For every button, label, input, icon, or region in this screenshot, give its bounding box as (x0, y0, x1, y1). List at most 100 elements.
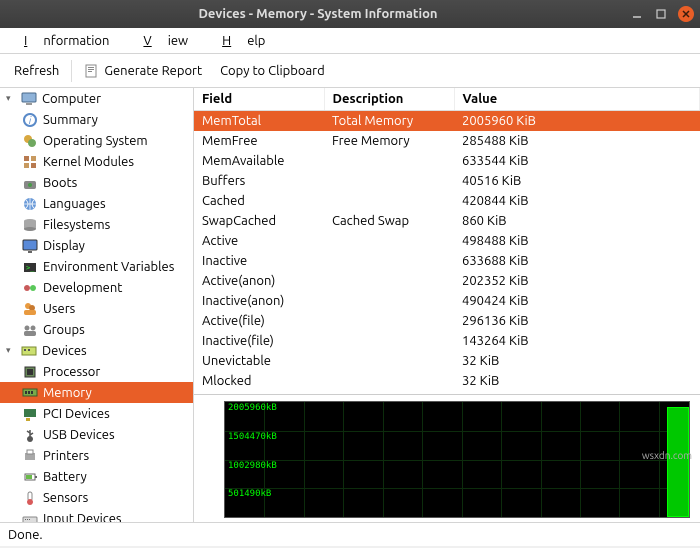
cell-value: 633544 KiB (454, 151, 700, 171)
generate-report-label: Generate Report (104, 64, 202, 78)
cell-field: Active (194, 231, 324, 251)
cell-field: MemFree (194, 131, 324, 151)
statusbar: Done. (0, 522, 700, 546)
table-header-row: Field Description Value (194, 88, 700, 111)
boots-icon (22, 175, 38, 191)
maximize-button[interactable] (654, 7, 668, 21)
refresh-button[interactable]: Refresh (8, 61, 65, 81)
table-row[interactable]: Inactive633688 KiB (194, 251, 700, 271)
cell-field: Inactive(file) (194, 331, 324, 351)
header-value[interactable]: Value (454, 88, 700, 111)
tree-section-computer[interactable]: ▾Computer (0, 88, 193, 109)
sidebar-item-label: Environment Variables (43, 260, 174, 274)
sidebar-item-label: Users (43, 302, 75, 316)
sidebar-item-kernel-modules[interactable]: Kernel Modules (0, 151, 193, 172)
header-description[interactable]: Description (324, 88, 454, 111)
sidebar-item-label: Languages (43, 197, 106, 211)
sidebar-item-processor[interactable]: Processor (0, 361, 193, 382)
cell-description (324, 191, 454, 211)
pci-icon (22, 406, 38, 422)
sidebar-item-label: Memory (43, 386, 92, 400)
sidebar-item-operating-system[interactable]: Operating System (0, 130, 193, 151)
sidebar-item-label: Printers (43, 449, 89, 463)
chevron-down-icon: ▾ (6, 93, 16, 104)
table-row[interactable]: MemTotalTotal Memory2005960 KiB (194, 111, 700, 131)
minimize-icon (632, 9, 642, 19)
sidebar-item-groups[interactable]: Groups (0, 319, 193, 340)
cell-description (324, 291, 454, 311)
sidebar-item-label: Sensors (43, 491, 88, 505)
minimize-button[interactable] (630, 7, 644, 21)
maximize-icon (656, 9, 666, 19)
sidebar-item-pci-devices[interactable]: PCI Devices (0, 403, 193, 424)
table-row[interactable]: Unevictable32 KiB (194, 351, 700, 371)
cell-value: 143264 KiB (454, 331, 700, 351)
cell-value: 490424 KiB (454, 291, 700, 311)
generate-report-button[interactable]: Generate Report (78, 60, 208, 82)
graph-axis-label: 1002980kB (228, 461, 277, 471)
svg-text:>_: >_ (26, 264, 35, 272)
sidebar-item-development[interactable]: Development (0, 277, 193, 298)
table-row[interactable]: Active498488 KiB (194, 231, 700, 251)
sidebar-item-sensors[interactable]: Sensors (0, 487, 193, 508)
graph-bar (667, 407, 689, 517)
table-row[interactable]: SwapCachedCached Swap860 KiB (194, 211, 700, 231)
sidebar-item-boots[interactable]: Boots (0, 172, 193, 193)
sidebar-item-label: Groups (43, 323, 85, 337)
users-icon (22, 301, 38, 317)
sidebar-item-filesystems[interactable]: Filesystems (0, 214, 193, 235)
sidebar-item-usb-devices[interactable]: USB Devices (0, 424, 193, 445)
cell-value: 202352 KiB (454, 271, 700, 291)
cell-field: Active(file) (194, 311, 324, 331)
menu-information[interactable]: Information (8, 31, 125, 51)
sidebar-item-input-devices[interactable]: Input Devices (0, 508, 193, 522)
sidebar-item-label: Processor (43, 365, 100, 379)
sidebar-item-display[interactable]: Display (0, 235, 193, 256)
sidebar[interactable]: ▾ComputeriSummaryOperating System Kernel … (0, 88, 194, 522)
table-row[interactable]: Inactive(anon) 490424 KiB (194, 291, 700, 311)
close-icon (682, 10, 690, 18)
sidebar-item-summary[interactable]: iSummary (0, 109, 193, 130)
sidebar-item-memory[interactable]: Memory (0, 382, 193, 403)
table-row[interactable]: Active(anon) 202352 KiB (194, 271, 700, 291)
content: ▾ComputeriSummaryOperating System Kernel … (0, 88, 700, 522)
cell-value: 296136 KiB (454, 311, 700, 331)
sidebar-item-printers[interactable]: Printers (0, 445, 193, 466)
table-row[interactable]: Buffers40516 KiB (194, 171, 700, 191)
graph-axis-label: 2005960kB (228, 403, 277, 413)
memory-table-wrap[interactable]: Field Description Value MemTotalTotal Me… (194, 88, 700, 394)
sidebar-item-label: Kernel Modules (43, 155, 134, 169)
graph-gridline (225, 431, 689, 432)
tree-section-devices[interactable]: ▾Devices (0, 340, 193, 361)
table-row[interactable]: Active(file) 296136 KiB (194, 311, 700, 331)
table-row[interactable]: Mlocked32 KiB (194, 371, 700, 391)
copy-clipboard-button[interactable]: Copy to Clipboard (214, 61, 331, 81)
cell-description (324, 371, 454, 391)
cell-field: Inactive(anon) (194, 291, 324, 311)
sidebar-item-languages[interactable]: Languages (0, 193, 193, 214)
table-row[interactable]: Cached420844 KiB (194, 191, 700, 211)
sidebar-item-battery[interactable]: Battery (0, 466, 193, 487)
input-icon (22, 511, 38, 523)
cell-field: MemTotal (194, 111, 324, 131)
table-row[interactable]: Inactive(file) 143264 KiB (194, 331, 700, 351)
sidebar-item-label: USB Devices (43, 428, 115, 442)
table-row[interactable]: MemFreeFree Memory285488 KiB (194, 131, 700, 151)
kernel-icon (22, 154, 38, 170)
cell-description (324, 311, 454, 331)
languages-icon (22, 196, 38, 212)
sidebar-item-users[interactable]: Users (0, 298, 193, 319)
cell-field: Active(anon) (194, 271, 324, 291)
menu-view[interactable]: View (127, 31, 204, 51)
menu-help[interactable]: Help (206, 31, 281, 51)
cell-field: Inactive (194, 251, 324, 271)
close-button[interactable] (678, 6, 694, 22)
toolbar-divider (71, 60, 72, 82)
cell-field: Unevictable (194, 351, 324, 371)
sidebar-item-label: Display (43, 239, 85, 253)
sidebar-item-environment-variables[interactable]: >_ Environment Variables (0, 256, 193, 277)
processor-icon (22, 364, 38, 380)
header-field[interactable]: Field (194, 88, 324, 111)
memory-graph: 2005960kB1504470kB1002980kB501490kB (194, 394, 700, 522)
table-row[interactable]: MemAvailable633544 KiB (194, 151, 700, 171)
